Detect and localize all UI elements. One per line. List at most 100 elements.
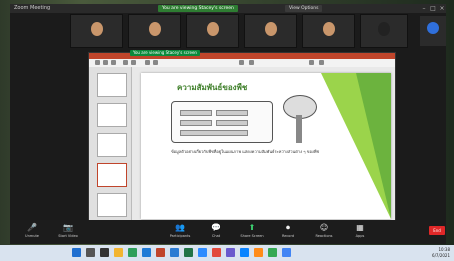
- screen-share-indicator[interactable]: You are viewing Stacey's screen: [130, 50, 200, 56]
- share-screen-button[interactable]: ⬆ Share Screen: [234, 222, 270, 242]
- diagram-box: [180, 130, 248, 136]
- app-icon[interactable]: [226, 248, 235, 257]
- taskbar: 10:38 6/7/2021: [0, 245, 454, 261]
- ribbon-tool-icon[interactable]: [111, 60, 116, 65]
- slide-thumbnail[interactable]: [97, 133, 127, 157]
- control-label: Chat: [211, 234, 221, 238]
- control-label: Share Screen: [240, 234, 264, 238]
- control-label: Start Video: [58, 234, 78, 238]
- ribbon-tool-icon[interactable]: [123, 60, 128, 65]
- slide-thumbnails: [89, 67, 132, 223]
- ribbon-toolbar: [89, 59, 395, 67]
- participant-tile[interactable]: [70, 14, 123, 48]
- system-clock[interactable]: 10:38 6/7/2021: [432, 247, 450, 259]
- chat-icon: 💬: [211, 223, 221, 232]
- diagram-box: [216, 120, 248, 126]
- word-icon[interactable]: [170, 248, 179, 257]
- tree-illustration: [279, 95, 319, 143]
- task-view-icon[interactable]: [100, 248, 109, 257]
- close-icon[interactable]: ×: [438, 5, 446, 12]
- participants-icon: 👥: [175, 223, 185, 232]
- ribbon-tool-icon[interactable]: [309, 60, 314, 65]
- participant-video: [322, 22, 335, 36]
- slide-thumbnail[interactable]: [97, 193, 127, 217]
- control-label: Apps: [355, 234, 365, 238]
- ribbon-tool-icon[interactable]: [131, 60, 136, 65]
- ribbon-tool-icon[interactable]: [95, 60, 100, 65]
- participant-tile[interactable]: [302, 14, 355, 48]
- participant-tile[interactable]: [186, 14, 239, 48]
- minimize-icon[interactable]: –: [420, 5, 428, 12]
- ribbon-tool-icon[interactable]: [145, 60, 150, 65]
- slide-thumbnail[interactable]: [97, 163, 127, 187]
- participant-tile[interactable]: [128, 14, 181, 48]
- clock-date: 6/7/2021: [432, 253, 450, 258]
- maximize-icon[interactable]: □: [429, 5, 437, 12]
- participant-video: [206, 22, 219, 36]
- slide-canvas[interactable]: ความสัมพันธ์ของพืช ข้อมูลตัวอย่างเกี่ยวก…: [141, 73, 391, 219]
- ribbon-tool-icon[interactable]: [319, 60, 324, 65]
- control-label: Record: [281, 234, 295, 238]
- start-video-button[interactable]: 📷 Start Video: [50, 222, 86, 242]
- reactions-button[interactable]: ☺ Reactions: [306, 222, 342, 242]
- slide-thumbnail[interactable]: [97, 103, 127, 127]
- ribbon-tool-icon[interactable]: [153, 60, 158, 65]
- participant-tile[interactable]: [244, 14, 297, 48]
- zoom-icon[interactable]: [198, 248, 207, 257]
- tree-trunk: [296, 115, 302, 143]
- title-bar: Zoom Meeting You are viewing Stacey's sc…: [10, 4, 446, 13]
- apps-icon: ▦: [356, 223, 364, 232]
- zoom-window: Zoom Meeting You are viewing Stacey's sc…: [10, 4, 446, 244]
- edge-icon[interactable]: [142, 248, 151, 257]
- control-label: Unmute: [25, 234, 39, 238]
- participant-video: [378, 22, 390, 36]
- start-icon[interactable]: [72, 248, 81, 257]
- app-icon[interactable]: [212, 248, 221, 257]
- diagram-box: [180, 120, 212, 126]
- reactions-icon: ☺: [319, 223, 329, 232]
- app-icon[interactable]: [268, 248, 277, 257]
- slide-title: ความสัมพันธ์ของพืช: [177, 82, 248, 92]
- slide-diagram: [171, 101, 273, 143]
- record-icon: ⏺: [286, 223, 290, 232]
- self-view-tile[interactable]: [420, 16, 446, 46]
- share-icon: ⬆: [248, 223, 256, 232]
- ribbon-tool-icon[interactable]: [239, 60, 244, 65]
- app-icon[interactable]: [240, 248, 249, 257]
- search-icon[interactable]: [86, 248, 95, 257]
- mic-icon: 🎤: [27, 223, 37, 232]
- video-icon: 📷: [63, 223, 73, 232]
- participant-video: [148, 22, 161, 36]
- shared-screen[interactable]: ความสัมพันธ์ของพืช ข้อมูลตัวอย่างเกี่ยวก…: [88, 52, 396, 232]
- browser-icon[interactable]: [128, 248, 137, 257]
- apps-button[interactable]: ▦ Apps: [342, 222, 378, 242]
- participant-video: [90, 22, 103, 36]
- control-label: Reactions: [315, 234, 333, 238]
- participant-strip: [70, 14, 420, 48]
- slide-body-text: ข้อมูลตัวอย่างเกี่ยวกับพืชที่อยู่ในแผนภา…: [171, 149, 320, 154]
- slide-thumbnail[interactable]: [97, 73, 127, 97]
- ribbon-tool-icon[interactable]: [103, 60, 108, 65]
- chat-button[interactable]: 💬 Chat: [198, 222, 234, 242]
- participant-video: [264, 22, 277, 36]
- diagram-box: [216, 110, 248, 116]
- sharing-banner[interactable]: You are viewing Stacey's screen: [158, 5, 238, 12]
- ribbon-tool-icon[interactable]: [249, 60, 254, 65]
- slide-decoration: [356, 73, 391, 219]
- diagram-box: [180, 110, 212, 116]
- avatar: [427, 22, 439, 34]
- unmute-button[interactable]: 🎤 Unmute: [14, 222, 50, 242]
- end-meeting-button[interactable]: End: [429, 226, 445, 235]
- excel-icon[interactable]: [184, 248, 193, 257]
- control-label: Participants: [169, 234, 191, 238]
- powerpoint-icon[interactable]: [156, 248, 165, 257]
- meeting-controls: 🎤 Unmute 📷 Start Video 👥 Participants 💬 Chat…: [10, 220, 446, 244]
- file-explorer-icon[interactable]: [114, 248, 123, 257]
- view-options-button[interactable]: View Options: [285, 5, 323, 12]
- window-title: Zoom Meeting: [14, 5, 51, 11]
- participants-button[interactable]: 👥 Participants: [162, 222, 198, 242]
- app-icon[interactable]: [282, 248, 291, 257]
- record-button[interactable]: ⏺ Record: [270, 222, 306, 242]
- app-icon[interactable]: [254, 248, 263, 257]
- participant-tile[interactable]: [360, 14, 408, 48]
